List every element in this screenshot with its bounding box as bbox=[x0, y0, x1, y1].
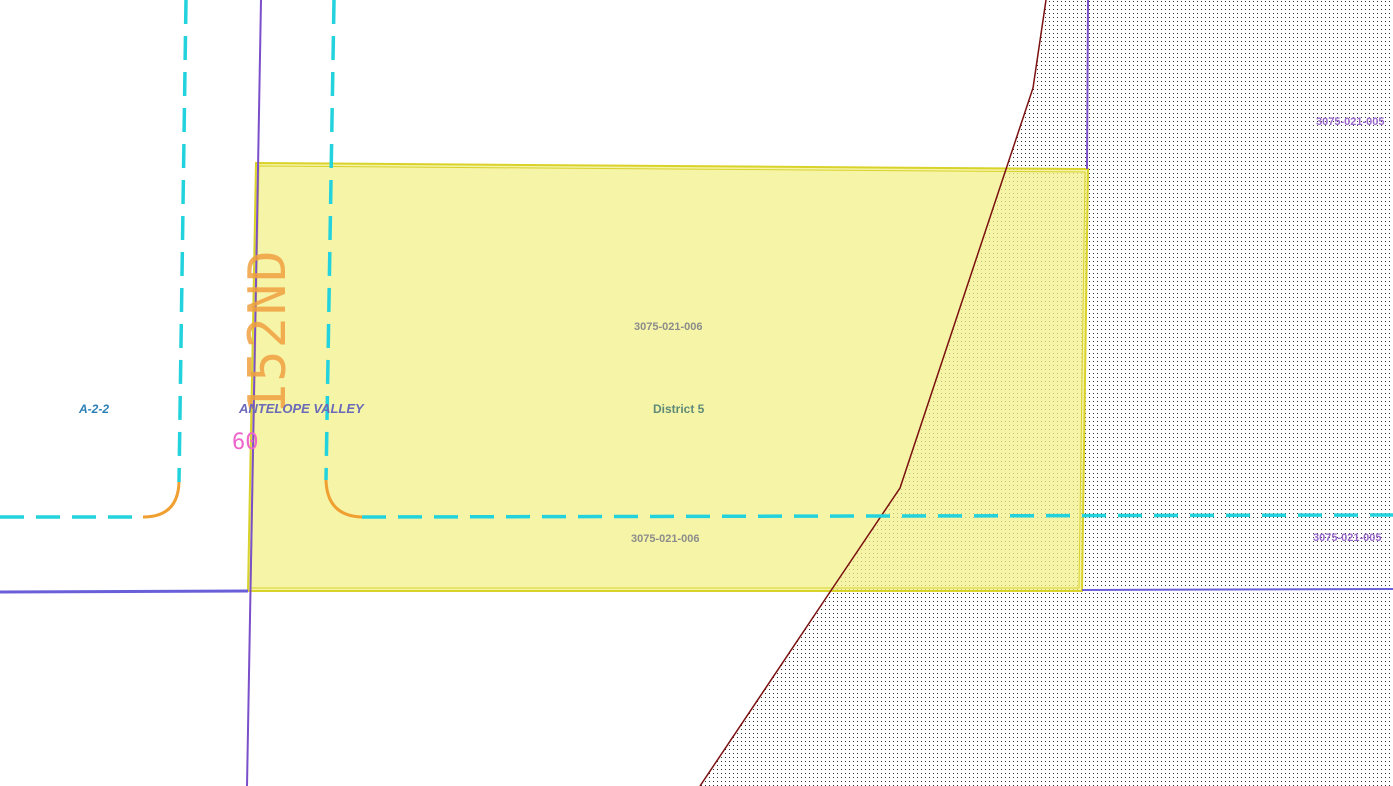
parcel-line-east bbox=[1086, 0, 1089, 170]
speed-label: 60 bbox=[232, 430, 259, 455]
parcel-apn-label[interactable]: 3075-021-005 bbox=[1313, 532, 1382, 544]
zoning-label: A-2-2 bbox=[79, 402, 110, 416]
parcel-line-south-east bbox=[1081, 588, 1393, 591]
curb-return-west bbox=[142, 481, 181, 519]
street-name-label: 152ND bbox=[238, 248, 298, 415]
parcel-apn-label[interactable]: 3075-021-006 bbox=[631, 533, 700, 545]
parcel-apn-label[interactable]: 3075-021-006 bbox=[634, 321, 703, 333]
selected-parcel[interactable] bbox=[246, 161, 1090, 592]
area-label: ANTELOPE VALLEY bbox=[239, 401, 364, 416]
map-layers bbox=[0, 0, 1393, 786]
district-label: District 5 bbox=[653, 402, 705, 416]
parcel-line-south-west bbox=[0, 589, 249, 594]
parcel-apn-label[interactable]: 3075-021-005 bbox=[1316, 116, 1385, 128]
map-canvas[interactable]: 152ND 60 3075-021-006 3075-021-006 3075-… bbox=[0, 0, 1393, 786]
